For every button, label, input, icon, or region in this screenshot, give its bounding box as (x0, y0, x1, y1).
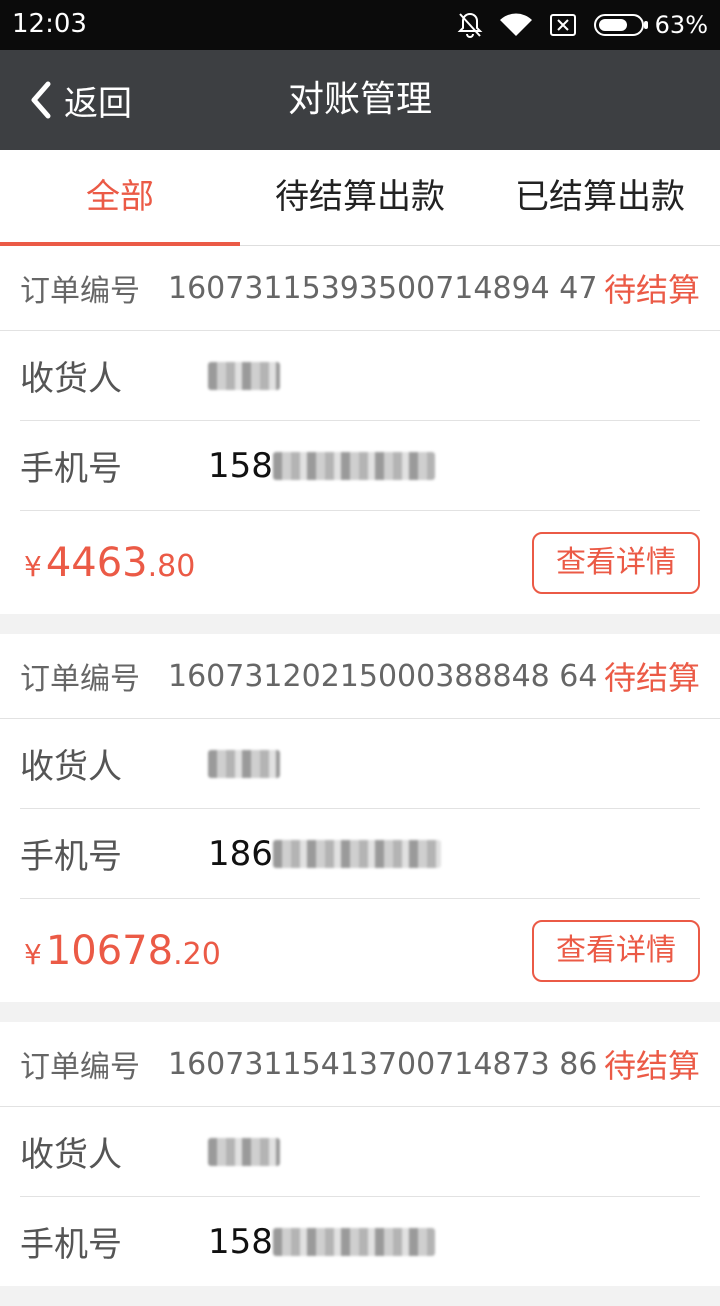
order-amount: ¥ 4463 .80 (24, 540, 195, 586)
battery-icon (593, 14, 648, 36)
order-header: 订单编号 16073115413700714873 86 待结算 (0, 1022, 720, 1107)
amount-decimal: .20 (173, 936, 221, 972)
amount-integer: 10678 (45, 927, 174, 974)
order-amount: ¥ 10678 .20 (24, 928, 221, 974)
phone-label: 手机号 (20, 449, 122, 489)
phone-label: 手机号 (20, 1225, 122, 1265)
battery-percent: 63% (654, 11, 708, 39)
order-header: 订单编号 16073115393500714894 47 待结算 (0, 246, 720, 331)
order-header: 订单编号 16073120215000388848 64 待结算 (0, 634, 720, 719)
phone-prefix: 158 (208, 445, 273, 486)
phone-prefix: 158 (208, 1221, 273, 1262)
status-time: 12:03 (12, 9, 87, 39)
back-label: 返回 (64, 83, 132, 124)
receiver-row: 收货人 (20, 719, 700, 809)
phone-row: 手机号 158 (20, 1197, 700, 1286)
currency-symbol: ¥ (24, 937, 42, 971)
order-no-label: 订单编号 (20, 274, 140, 309)
tab-settled[interactable]: 已结算出款 (480, 150, 720, 245)
tab-pending-settlement[interactable]: 待结算出款 (240, 150, 480, 245)
view-details-button[interactable]: 查看详情 (532, 531, 700, 594)
order-number: 16073115413700714873 86 (168, 1046, 598, 1082)
redacted-name (208, 361, 280, 390)
currency-symbol: ¥ (24, 549, 42, 583)
receiver-name (208, 749, 280, 778)
tab-bar: 全部 待结算出款 已结算出款 (0, 150, 720, 246)
receiver-name (208, 1137, 280, 1166)
back-button[interactable]: 返回 (30, 50, 132, 150)
order-footer: ¥ 10678 .20 查看详情 (0, 899, 720, 1002)
order-number: 16073120215000388848 64 (168, 658, 598, 694)
view-details-button[interactable]: 查看详情 (532, 919, 700, 982)
status-bar: 12:03 63% (0, 0, 720, 50)
tab-all[interactable]: 全部 (0, 150, 240, 246)
receiver-name (208, 361, 280, 390)
phone-number: 186 (208, 834, 441, 874)
phone-label: 手机号 (20, 837, 122, 877)
phone-prefix: 186 (208, 833, 273, 874)
receiver-row: 收货人 (20, 1107, 700, 1197)
order-no-label: 订单编号 (20, 662, 140, 697)
chevron-left-icon (31, 81, 51, 119)
amount-decimal: .80 (147, 548, 196, 584)
order-card: 订单编号 16073115393500714894 47 待结算 收货人 手机号… (0, 246, 720, 614)
order-number: 16073115393500714894 47 (168, 270, 598, 306)
sim-x-icon (549, 14, 576, 36)
phone-row: 手机号 158 (20, 421, 700, 511)
order-card: 订单编号 16073115413700714873 86 待结算 收货人 手机号… (0, 1022, 720, 1286)
redacted-name (208, 749, 280, 778)
order-list: 订单编号 16073115393500714894 47 待结算 收货人 手机号… (0, 246, 720, 1306)
redacted-name (208, 1137, 280, 1166)
phone-number: 158 (208, 446, 435, 486)
phone-row: 手机号 186 (20, 809, 700, 899)
order-no-label: 订单编号 (20, 1050, 140, 1085)
redacted-phone (272, 839, 441, 868)
phone-number: 158 (208, 1222, 435, 1262)
order-status: 待结算 (603, 271, 700, 309)
status-icons: 63% (441, 9, 708, 41)
order-footer: ¥ 4463 .80 查看详情 (0, 511, 720, 614)
receiver-label: 收货人 (20, 1135, 122, 1175)
bell-mute-icon (457, 12, 483, 38)
redacted-phone (272, 451, 435, 480)
receiver-label: 收货人 (20, 747, 122, 787)
title-bar: 返回 对账管理 (0, 50, 720, 150)
order-card: 订单编号 16073120215000388848 64 待结算 收货人 手机号… (0, 634, 720, 1002)
order-status: 待结算 (603, 1047, 700, 1085)
wifi-icon (499, 13, 532, 36)
order-status: 待结算 (603, 659, 700, 697)
redacted-phone (272, 1227, 435, 1256)
amount-integer: 4463 (45, 539, 148, 586)
receiver-row: 收货人 (20, 331, 700, 421)
receiver-label: 收货人 (20, 359, 122, 399)
